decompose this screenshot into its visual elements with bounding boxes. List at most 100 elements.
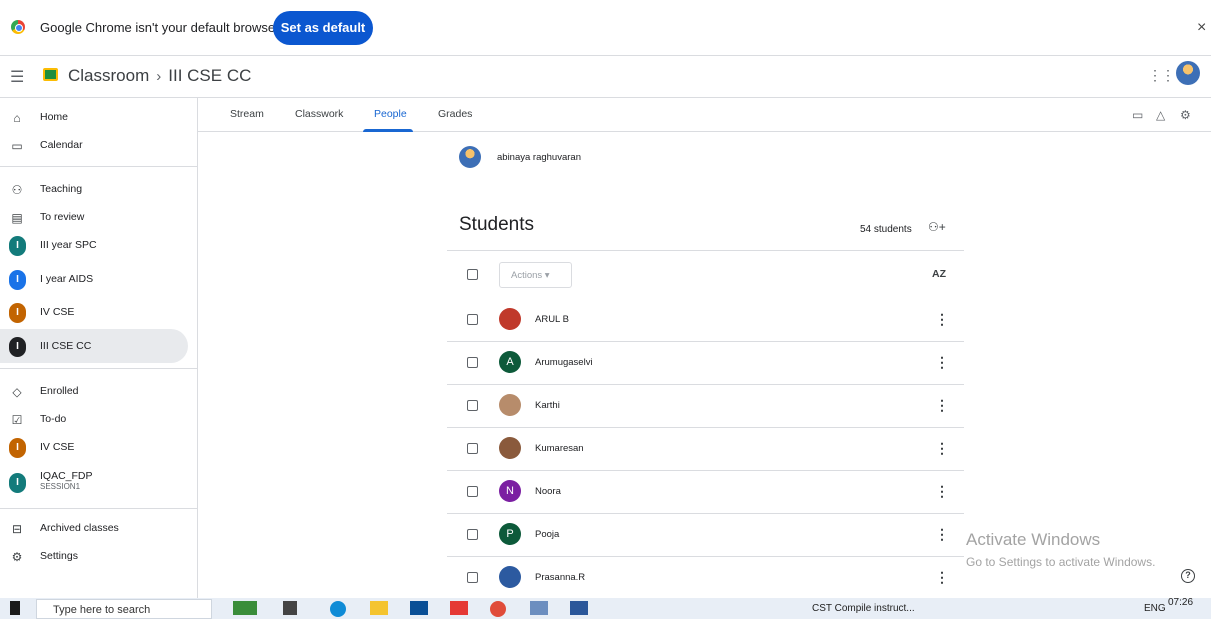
student-avatar: N bbox=[499, 480, 521, 502]
sidebar: ⌂ Home ▭ Calendar ⚇ Teaching ▤ To review… bbox=[0, 98, 198, 598]
sidebar-item-iv-cse-enrolled[interactable]: I IV CSE bbox=[0, 430, 188, 464]
more-options-icon[interactable]: ⋮ bbox=[935, 311, 949, 328]
student-count: 54 students bbox=[860, 224, 912, 235]
sidebar-item-label: IV CSE bbox=[40, 306, 75, 318]
more-options-icon[interactable]: ⋮ bbox=[935, 354, 949, 371]
students-heading: Students bbox=[459, 214, 534, 235]
student-row[interactable]: ARUL B ⋮ bbox=[447, 298, 964, 341]
class-tabs: Stream Classwork People Grades ▭ △ ⚙ bbox=[198, 98, 1211, 132]
sidebar-item-iv-cse[interactable]: I IV CSE bbox=[0, 295, 188, 329]
more-options-icon[interactable]: ⋮ bbox=[935, 569, 949, 586]
teacher-avatar bbox=[459, 146, 481, 168]
sidebar-item-calendar[interactable]: ▭ Calendar bbox=[0, 128, 188, 162]
sidebar-item-label: III year SPC bbox=[40, 239, 97, 251]
invite-students-icon[interactable]: ⚇+ bbox=[928, 220, 946, 234]
taskbar-notification[interactable]: CST Compile instruct... bbox=[812, 603, 915, 614]
student-name: Pooja bbox=[535, 529, 560, 540]
main-menu-icon[interactable]: ☰ bbox=[10, 67, 24, 87]
sidebar-item-label: III CSE CC bbox=[40, 340, 92, 352]
student-row[interactable]: Karthi ⋮ bbox=[447, 384, 964, 427]
clock[interactable]: 07:26 bbox=[1168, 598, 1193, 608]
app-icon[interactable] bbox=[530, 601, 548, 615]
drive-icon[interactable]: △ bbox=[1156, 108, 1165, 122]
account-avatar[interactable] bbox=[1176, 61, 1200, 85]
breadcrumb: Classroom › III CSE CC bbox=[68, 66, 251, 86]
store-icon[interactable] bbox=[410, 601, 428, 615]
more-options-icon[interactable]: ⋮ bbox=[935, 397, 949, 414]
sidebar-item-iqac-fdp[interactable]: I IQAC_FDP SESSION1 bbox=[0, 464, 188, 498]
student-checkbox[interactable] bbox=[467, 314, 478, 325]
more-options-icon[interactable]: ⋮ bbox=[935, 526, 949, 543]
sidebar-item-label: Teaching bbox=[40, 183, 83, 195]
student-avatar: A bbox=[499, 351, 521, 373]
people-icon: ⚇ bbox=[11, 183, 23, 197]
actions-dropdown[interactable]: Actions ▾ bbox=[499, 262, 572, 288]
class-avatar: I bbox=[9, 303, 26, 323]
student-checkbox[interactable] bbox=[467, 400, 478, 411]
student-avatar bbox=[499, 566, 521, 588]
calendar-icon[interactable]: ▭ bbox=[1132, 108, 1143, 122]
student-name: Karthi bbox=[535, 400, 560, 411]
windows-start-icon[interactable] bbox=[10, 601, 20, 615]
teacher-name: abinaya raghuvaran bbox=[497, 152, 581, 163]
close-icon[interactable]: × bbox=[1197, 19, 1206, 37]
set-as-default-button[interactable]: Set as default bbox=[273, 11, 373, 45]
student-row[interactable]: Kumaresan ⋮ bbox=[447, 427, 964, 470]
gear-icon: ⚙ bbox=[11, 550, 23, 564]
calculator-app-icon[interactable] bbox=[233, 601, 257, 615]
student-checkbox[interactable] bbox=[467, 529, 478, 540]
student-name: Prasanna.R bbox=[535, 572, 586, 583]
more-options-icon[interactable]: ⋮ bbox=[935, 440, 949, 457]
sort-az-icon[interactable]: AZ bbox=[932, 268, 946, 280]
student-row[interactable]: A Arumugaselvi ⋮ bbox=[447, 341, 964, 384]
todo-icon: ☑ bbox=[11, 413, 23, 427]
class-settings-icon[interactable]: ⚙ bbox=[1180, 108, 1191, 122]
student-row[interactable]: N Noora ⋮ bbox=[447, 470, 964, 513]
student-row[interactable]: Prasanna.R ⋮ bbox=[447, 556, 964, 599]
calendar-icon: ▭ bbox=[11, 139, 23, 153]
sidebar-item-label: Archived classes bbox=[40, 522, 119, 534]
breadcrumb-separator: › bbox=[156, 68, 162, 85]
activate-windows-hint: Go to Settings to activate Windows. bbox=[966, 555, 1156, 569]
sidebar-item-label: IQAC_FDP bbox=[40, 470, 93, 482]
student-checkbox[interactable] bbox=[467, 357, 478, 368]
class-avatar: I bbox=[9, 236, 26, 256]
sidebar-item-iii-cse-cc[interactable]: I III CSE CC bbox=[0, 329, 188, 363]
sidebar-item-label: Home bbox=[40, 111, 69, 123]
student-name: Noora bbox=[535, 486, 561, 497]
student-row[interactable]: P Pooja ⋮ bbox=[447, 513, 964, 556]
word-icon[interactable] bbox=[570, 601, 588, 615]
chrome-taskbar-icon[interactable] bbox=[490, 601, 506, 617]
taskbar-search-placeholder: Type here to search bbox=[53, 604, 151, 616]
tab-classwork[interactable]: Classwork bbox=[295, 108, 343, 120]
student-checkbox[interactable] bbox=[467, 572, 478, 583]
edge-icon[interactable] bbox=[330, 601, 346, 617]
breadcrumb-class[interactable]: III CSE CC bbox=[168, 66, 251, 85]
student-checkbox[interactable] bbox=[467, 443, 478, 454]
sidebar-divider bbox=[0, 166, 198, 167]
language-indicator[interactable]: ENG bbox=[1144, 603, 1166, 614]
review-icon: ▤ bbox=[11, 211, 23, 225]
classroom-logo-icon[interactable] bbox=[43, 68, 58, 81]
breadcrumb-app[interactable]: Classroom bbox=[68, 66, 149, 85]
tab-grades[interactable]: Grades bbox=[438, 108, 472, 120]
student-avatar bbox=[499, 308, 521, 330]
sidebar-item-settings[interactable]: ⚙ Settings bbox=[0, 539, 188, 573]
active-tab-indicator bbox=[363, 129, 413, 132]
file-explorer-icon[interactable] bbox=[370, 601, 388, 615]
tab-stream[interactable]: Stream bbox=[230, 108, 264, 120]
app-header: ☰ Classroom › III CSE CC ⋮⋮⋮ bbox=[0, 56, 1211, 98]
taskbar-search-input[interactable]: Type here to search bbox=[36, 599, 212, 619]
help-icon[interactable]: ? bbox=[1181, 569, 1195, 583]
sidebar-item-sublabel: SESSION1 bbox=[40, 482, 81, 491]
youtube-icon[interactable] bbox=[450, 601, 468, 615]
sidebar-item-label: To-do bbox=[40, 413, 67, 425]
activate-windows-watermark: Activate Windows bbox=[966, 530, 1101, 549]
student-checkbox[interactable] bbox=[467, 486, 478, 497]
sidebar-item-iii-year-spc[interactable]: I III year SPC bbox=[0, 228, 188, 262]
more-options-icon[interactable]: ⋮ bbox=[935, 483, 949, 500]
tab-people[interactable]: People bbox=[374, 108, 407, 120]
sidebar-item-i-year-aids[interactable]: I I year AIDS bbox=[0, 262, 188, 296]
select-all-checkbox[interactable] bbox=[467, 269, 478, 280]
task-view-icon[interactable] bbox=[283, 601, 297, 615]
